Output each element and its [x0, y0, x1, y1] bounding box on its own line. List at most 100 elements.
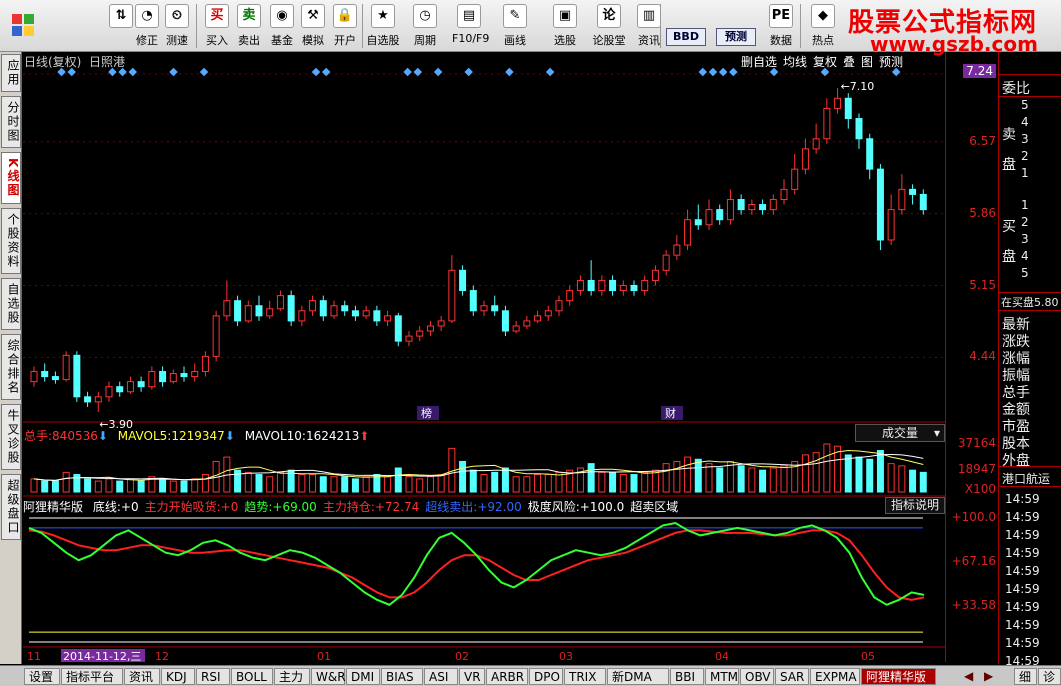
- left-tab-6[interactable]: 牛叉诊股: [1, 404, 21, 470]
- bottom-tab-11[interactable]: VR: [459, 668, 485, 685]
- event-tag-finance[interactable]: 财: [661, 406, 683, 420]
- period-button[interactable]: ◷ 周期: [408, 2, 442, 50]
- modify-button-label: 修正: [136, 34, 158, 47]
- bottom-tab-0[interactable]: 设置: [24, 668, 60, 685]
- bottom-tab-8[interactable]: DMI: [346, 668, 380, 685]
- left-tab-5[interactable]: 综合排名: [1, 334, 21, 400]
- candle-body: [641, 279, 649, 292]
- header-link-2[interactable]: 复权: [813, 53, 837, 70]
- draw-line-icon: ✎: [503, 4, 527, 28]
- forecast-button[interactable]: 预测: [716, 28, 756, 46]
- draw-line-button[interactable]: ✎ 画线: [498, 2, 532, 50]
- bottom-tab-13[interactable]: DPO: [529, 668, 563, 685]
- bottom-tab-20[interactable]: EXPMA: [810, 668, 860, 685]
- bottom-tab-18[interactable]: OBV: [740, 668, 774, 685]
- test-speed-button[interactable]: ⏲ 测速: [160, 2, 194, 50]
- price-axis-label: 5.86: [969, 205, 996, 220]
- news-icon: ▥: [637, 4, 661, 28]
- candle-body: [362, 310, 370, 317]
- header-link-0[interactable]: 删自选: [741, 53, 777, 70]
- mavol5-value: 1219347: [171, 429, 225, 443]
- vol-total-label: 总手:: [24, 429, 53, 443]
- bottom-tab-17[interactable]: MTM: [705, 668, 739, 685]
- bottom-tab-2[interactable]: 资讯: [124, 668, 160, 685]
- buy-level: 4: [1021, 249, 1029, 263]
- header-link-4[interactable]: 图: [861, 53, 873, 70]
- left-tab-3[interactable]: 个股资料: [1, 208, 21, 274]
- date-axis-label: 03: [559, 650, 573, 662]
- left-tab-0[interactable]: 应用: [1, 54, 21, 92]
- signal-diamond: [729, 67, 738, 77]
- open-account-button[interactable]: 🔒 开户: [328, 2, 362, 50]
- left-tab-bar: 应用分时图 K线图个股资料自选股综合排名牛叉诊股超级盘口: [0, 52, 22, 664]
- watchlist-button[interactable]: ★ 自选股: [366, 2, 400, 50]
- volume-bar: [62, 471, 70, 493]
- event-tag-rank[interactable]: 榜: [417, 406, 439, 420]
- header-link-3[interactable]: 叠: [843, 53, 855, 70]
- modify-button[interactable]: ◔ 修正: [130, 2, 164, 50]
- bottom-tab-19[interactable]: SAR: [775, 668, 809, 685]
- volume-bar: [501, 467, 509, 493]
- bottom-tab-3[interactable]: KDJ: [161, 668, 195, 685]
- volume-bar: [534, 474, 542, 493]
- bottom-tab-14[interactable]: TRIX: [564, 668, 606, 685]
- indicator-item-label: 底线:: [92, 500, 121, 514]
- scroll-left-icon[interactable]: ◀: [964, 669, 973, 683]
- candle-body: [576, 279, 584, 292]
- indicator-help-button[interactable]: 指标说明: [885, 497, 945, 514]
- bottom-tab-5[interactable]: BOLL: [231, 668, 273, 685]
- candle-body: [148, 371, 156, 388]
- forum-button[interactable]: 论论股堂: [592, 2, 626, 50]
- header-link-5[interactable]: 预测: [879, 53, 903, 70]
- left-tab-7[interactable]: 超级盘口: [1, 474, 21, 540]
- sector-label[interactable]: 港口航运: [1002, 470, 1050, 487]
- bottom-tab-22[interactable]: 细: [1014, 668, 1037, 685]
- simulate-icon: ⚒: [301, 4, 325, 28]
- bottom-tab-12[interactable]: ARBR: [486, 668, 528, 685]
- bottom-tab-16[interactable]: BBI: [670, 668, 704, 685]
- bottom-tab-1[interactable]: 指标平台: [61, 668, 123, 685]
- bottom-tab-23[interactable]: 诊: [1038, 668, 1061, 685]
- indicator-item-label: 趋势:: [244, 500, 273, 514]
- k-line-chart[interactable]: ←7.10←3.90榜 财11 2014-11-12,三 12 01 02 03 04 05: [23, 52, 945, 662]
- candle-body: [223, 300, 231, 317]
- candle-body: [469, 290, 477, 312]
- f10-button[interactable]: ▤ F10/F9: [452, 2, 489, 50]
- sell-button[interactable]: 卖卖出: [232, 2, 266, 50]
- bbd-button[interactable]: BBD: [666, 28, 706, 46]
- volume-bar: [416, 478, 424, 493]
- candle-body: [759, 204, 767, 211]
- hotspot-button[interactable]: ◆ 热点: [806, 2, 840, 50]
- signal-diamond: [708, 67, 718, 77]
- bottom-tab-10[interactable]: ASI: [424, 668, 458, 685]
- svg-text:03: 03: [559, 650, 573, 662]
- candle-body: [459, 269, 467, 292]
- scroll-right-icon[interactable]: ▶: [984, 669, 993, 683]
- candle-body: [587, 279, 595, 292]
- buy-button[interactable]: 买买入: [200, 2, 234, 50]
- bottom-tab-6[interactable]: 主力: [274, 668, 310, 685]
- bottom-tab-15[interactable]: 新DMA: [607, 668, 669, 685]
- volume-selector[interactable]: 成交量 ▾: [855, 424, 945, 442]
- volume-bar: [609, 471, 617, 493]
- candle-body: [416, 330, 424, 337]
- left-tab-2[interactable]: K线图: [1, 152, 21, 204]
- bottom-tab-9[interactable]: BIAS: [381, 668, 423, 685]
- left-tab-1[interactable]: 分时图: [1, 96, 21, 148]
- svg-text:01: 01: [317, 650, 331, 662]
- stock-trading-app: ⇅ ◔ 修正 ⏲ 测速买买入卖卖出 ◉ 基金 ⚒ 模拟 🔒 开户 ★ 自选股 ◷ 周期 ▤ F10/F9 ✎ 画线 ▣…: [0, 0, 1061, 686]
- candle-body: [373, 310, 381, 322]
- indicator-name[interactable]: 阿狸精华版: [23, 500, 83, 514]
- bottom-tab-7[interactable]: W&R: [311, 668, 346, 685]
- left-tab-4[interactable]: 自选股: [1, 278, 21, 330]
- header-link-1[interactable]: 均线: [783, 53, 807, 70]
- svg-text:12: 12: [155, 650, 169, 662]
- select-stock-button[interactable]: ▣ 选股: [548, 2, 582, 50]
- simulate-button[interactable]: ⚒ 模拟: [296, 2, 330, 50]
- data-button[interactable]: PE 数据: [764, 2, 798, 50]
- sell-level: 3: [1021, 132, 1029, 146]
- volume-bar: [598, 471, 606, 493]
- fund-button[interactable]: ◉ 基金: [265, 2, 299, 50]
- bottom-tab-21[interactable]: 阿狸精华版: [861, 668, 936, 685]
- bottom-tab-4[interactable]: RSI: [196, 668, 230, 685]
